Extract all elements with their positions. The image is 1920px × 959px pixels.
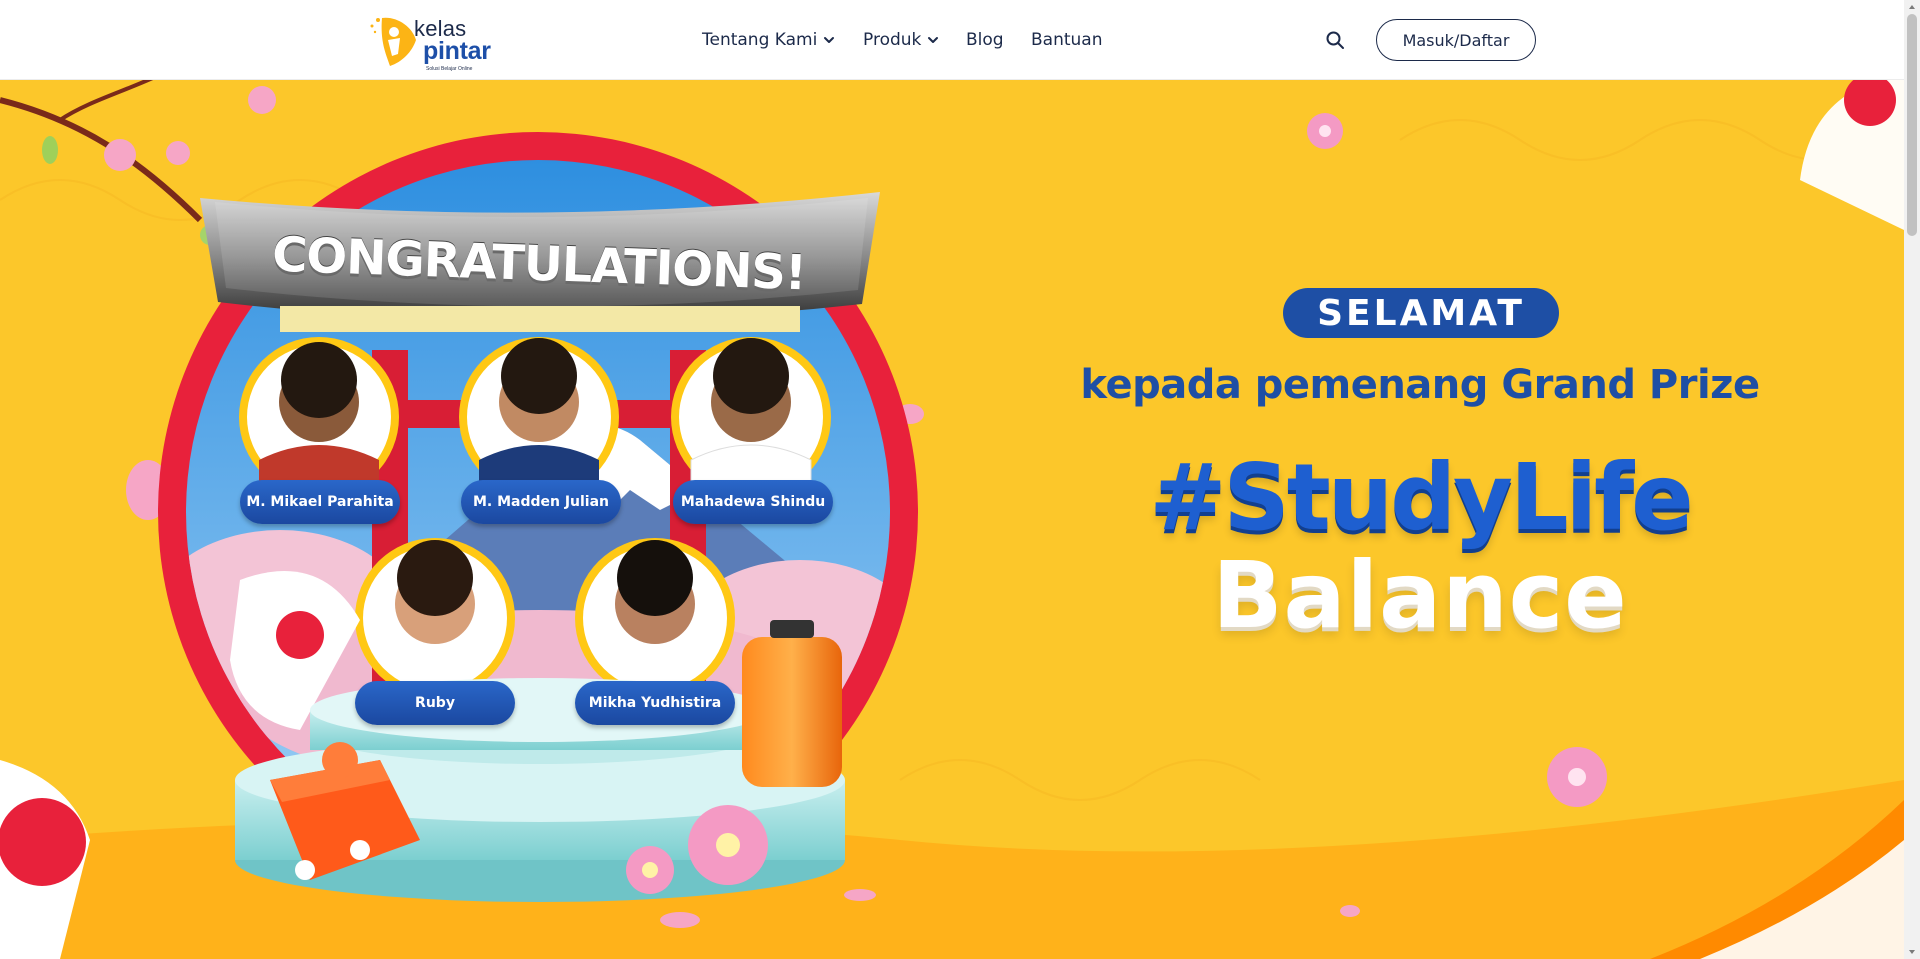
nav-bantuan[interactable]: Bantuan [1031, 27, 1103, 53]
scrollbar-thumb[interactable] [1907, 14, 1917, 236]
winner-name-tag: Ruby [355, 681, 515, 725]
kelas-pintar-logo[interactable]: kelas pintar Solusi Belajar Online [366, 10, 496, 72]
selamat-badge: SELAMAT [1283, 288, 1559, 338]
logo-tagline: Solusi Belajar Online [426, 66, 473, 72]
winner-name-tag: Mahadewa Shindu [673, 480, 833, 524]
search-icon[interactable] [1323, 28, 1347, 52]
chevron-down-icon [824, 37, 835, 43]
hero-banner[interactable]: CONGRATULATIONS! M. Mikael Parahita M. M… [0, 80, 1904, 959]
scroll-down-icon[interactable] [1907, 947, 1917, 957]
campaign-balance: Balance [1212, 542, 1628, 649]
logo-text-pintar: pintar [423, 37, 491, 65]
winner-name-tag: M. Madden Julian [461, 480, 621, 524]
nav-label: Bantuan [1031, 30, 1103, 50]
winner-name-tag: M. Mikael Parahita [240, 480, 400, 524]
login-register-button[interactable]: Masuk/Daftar [1376, 19, 1536, 61]
nav-label: Produk [863, 30, 922, 50]
chevron-down-icon [928, 37, 939, 43]
winner-name-tag: Mikha Yudhistira [575, 681, 735, 725]
nav-label: Tentang Kami [702, 30, 818, 50]
nav-produk[interactable]: Produk [863, 27, 940, 53]
page-scrollbar[interactable] [1904, 0, 1920, 959]
banner-subtitle: kepada pemenang Grand Prize [1080, 362, 1760, 408]
campaign-hashtag: #StudyLife [1149, 444, 1693, 551]
scroll-up-icon[interactable] [1907, 2, 1917, 12]
site-header: kelas pintar Solusi Belajar Online Tenta… [0, 0, 1904, 80]
nav-blog[interactable]: Blog [966, 27, 1004, 53]
nav-label: Blog [966, 30, 1004, 50]
nav-tentang-kami[interactable]: Tentang Kami [702, 27, 836, 53]
